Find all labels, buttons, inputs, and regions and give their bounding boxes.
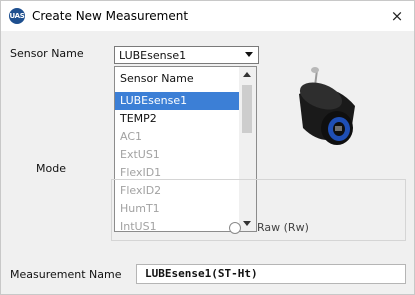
mode-option-raw-label: Raw (Rw) [257, 221, 309, 234]
scrollbar-thumb[interactable] [242, 85, 252, 133]
sensor-image [299, 67, 355, 145]
radio-button[interactable] [229, 222, 241, 234]
measurement-name-input[interactable]: LUBEsense1(ST-Ht) [136, 264, 406, 284]
close-icon[interactable]: × [386, 5, 408, 27]
dropdown-option-lubesense1[interactable]: LUBEsense1 [115, 92, 239, 110]
app-logo-icon: UAS [9, 8, 25, 24]
dropdown-option-extus1: ExtUS1 [120, 148, 160, 161]
mode-label: Mode [36, 162, 66, 175]
sensor-name-label: Sensor Name [10, 47, 84, 60]
title-bar: UAS Create New Measurement × [1, 1, 414, 31]
sensor-name-select[interactable]: LUBEsense1 [114, 46, 259, 64]
scroll-up-icon[interactable] [243, 72, 251, 77]
dropdown-option-temp2[interactable]: TEMP2 [115, 110, 239, 128]
dropdown-header: Sensor Name [120, 72, 194, 85]
dialog-title: Create New Measurement [32, 9, 189, 23]
create-measurement-dialog: UAS Create New Measurement × Sensor Name… [0, 0, 415, 295]
chevron-down-icon[interactable] [245, 52, 253, 57]
dropdown-option-ac1: AC1 [120, 130, 143, 143]
measurement-name-label: Measurement Name [10, 268, 122, 281]
sensor-name-selected-value: LUBEsense1 [119, 49, 187, 62]
measurement-name-value: LUBEsense1(ST-Ht) [145, 267, 258, 280]
